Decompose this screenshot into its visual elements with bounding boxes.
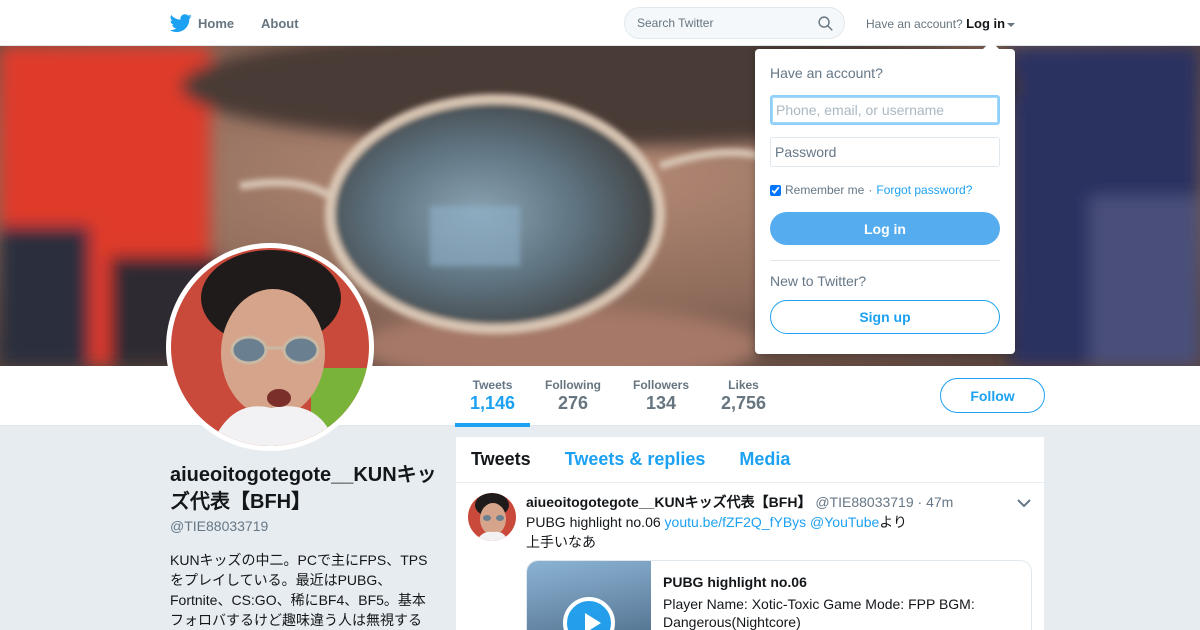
tweet-author-handle[interactable]: @TIE88033719 (815, 494, 913, 510)
new-to-twitter-text: New to Twitter? (770, 273, 867, 289)
have-account-text: Have an account? (866, 17, 963, 31)
card-thumbnail (527, 561, 651, 630)
avatar-image (171, 248, 369, 446)
login-dropdown-title: Have an account? (770, 65, 883, 81)
play-icon[interactable] (563, 597, 615, 630)
tweet-text-line2: 上手いなあ (526, 534, 596, 550)
active-stat-underline (455, 423, 530, 427)
divider (770, 260, 1000, 261)
card-description: Player Name: Xotic-Toxic Game Mode: FPP … (663, 596, 975, 630)
follow-button[interactable]: Follow (940, 378, 1045, 413)
tab-tweets[interactable]: Tweets (471, 449, 531, 470)
login-submit-button[interactable]: Log in (770, 212, 1000, 245)
profile-avatar[interactable] (166, 243, 374, 451)
top-navigation-bar: Home About Have an account? Log in (0, 0, 1200, 46)
tweet[interactable]: aiueoitogotegote__KUNキッズ代表【BFH】 @TIE8803… (456, 483, 1044, 630)
chevron-down-icon[interactable] (1017, 498, 1031, 508)
tweet-timestamp[interactable]: · 47m (918, 494, 954, 510)
stat-tweets[interactable]: Tweets 1,146 (470, 378, 515, 414)
password-field[interactable] (770, 137, 1000, 167)
forgot-password-link[interactable]: Forgot password? (876, 183, 972, 197)
remember-me-label[interactable]: Remember me (785, 183, 864, 197)
stat-label: Likes (728, 378, 759, 392)
card-title: PUBG highlight no.06 (663, 574, 807, 590)
twitter-bird-icon (170, 14, 192, 33)
stat-value: 276 (557, 393, 589, 413)
tweet-text: PUBG highlight no.06 youtu.be/fZF2Q_fYBy… (526, 512, 907, 552)
login-dropdown: Have an account? Remember me · Forgot pa… (755, 41, 1015, 354)
nav-about-link[interactable]: About (261, 16, 299, 31)
profile-handle[interactable]: @TIE88033719 (170, 518, 268, 534)
tweet-link-youtube-url[interactable]: youtu.be/fZF2Q_fYBys (665, 514, 807, 530)
stat-likes[interactable]: Likes 2,756 (721, 378, 766, 414)
stat-label: Followers (633, 378, 690, 392)
search-input[interactable] (625, 8, 805, 38)
signup-button[interactable]: Sign up (770, 300, 1000, 334)
tweet-header: aiueoitogotegote__KUNキッズ代表【BFH】 @TIE8803… (526, 492, 953, 512)
tab-media[interactable]: Media (739, 449, 790, 470)
login-dropdown-toggle[interactable]: Log in (966, 16, 1005, 31)
stat-value: 2,756 (721, 393, 767, 413)
stat-value: 1,146 (470, 393, 516, 413)
timeline-tabs: Tweets Tweets & replies Media (456, 437, 1044, 483)
tweet-text-suffix: より (879, 514, 908, 530)
nav-home-label: Home (198, 15, 235, 31)
login-prompt: Have an account? Log in (866, 16, 1016, 31)
profile-name: aiueoitogotegote__KUNキッズ代表【BFH】 (170, 464, 437, 513)
stat-label: Following (545, 378, 601, 392)
stat-followers[interactable]: Followers 134 (633, 378, 689, 414)
timeline: Tweets Tweets & replies Media aiueoitogo… (456, 437, 1044, 630)
username-field[interactable] (770, 95, 1000, 125)
stat-label: Tweets (472, 378, 513, 392)
tweet-avatar[interactable] (468, 493, 516, 541)
remember-me-row: Remember me · Forgot password? (770, 183, 972, 197)
tweet-text-prefix: PUBG highlight no.06 (526, 514, 665, 530)
search-box (624, 7, 845, 39)
tab-tweets-and-replies[interactable]: Tweets & replies (565, 449, 706, 470)
nav-home-link[interactable]: Home (170, 12, 234, 34)
profile-bio: KUNキッズの中二。PCで主にFPS、TPSをプレイしている。最近はPUBG、F… (170, 552, 428, 628)
stat-following[interactable]: Following 276 (545, 378, 601, 414)
remember-me-checkbox[interactable] (770, 184, 781, 196)
search-icon[interactable] (817, 15, 834, 32)
tweet-link-card[interactable]: PUBG highlight no.06 Player Name: Xotic-… (526, 560, 1032, 630)
stat-value: 134 (645, 393, 677, 413)
tweet-author-name[interactable]: aiueoitogotegote__KUNキッズ代表【BFH】 (526, 494, 811, 510)
tweet-mention-youtube[interactable]: @YouTube (810, 514, 879, 530)
caret-down-icon[interactable] (1007, 22, 1016, 27)
separator-dot: · (868, 183, 873, 197)
